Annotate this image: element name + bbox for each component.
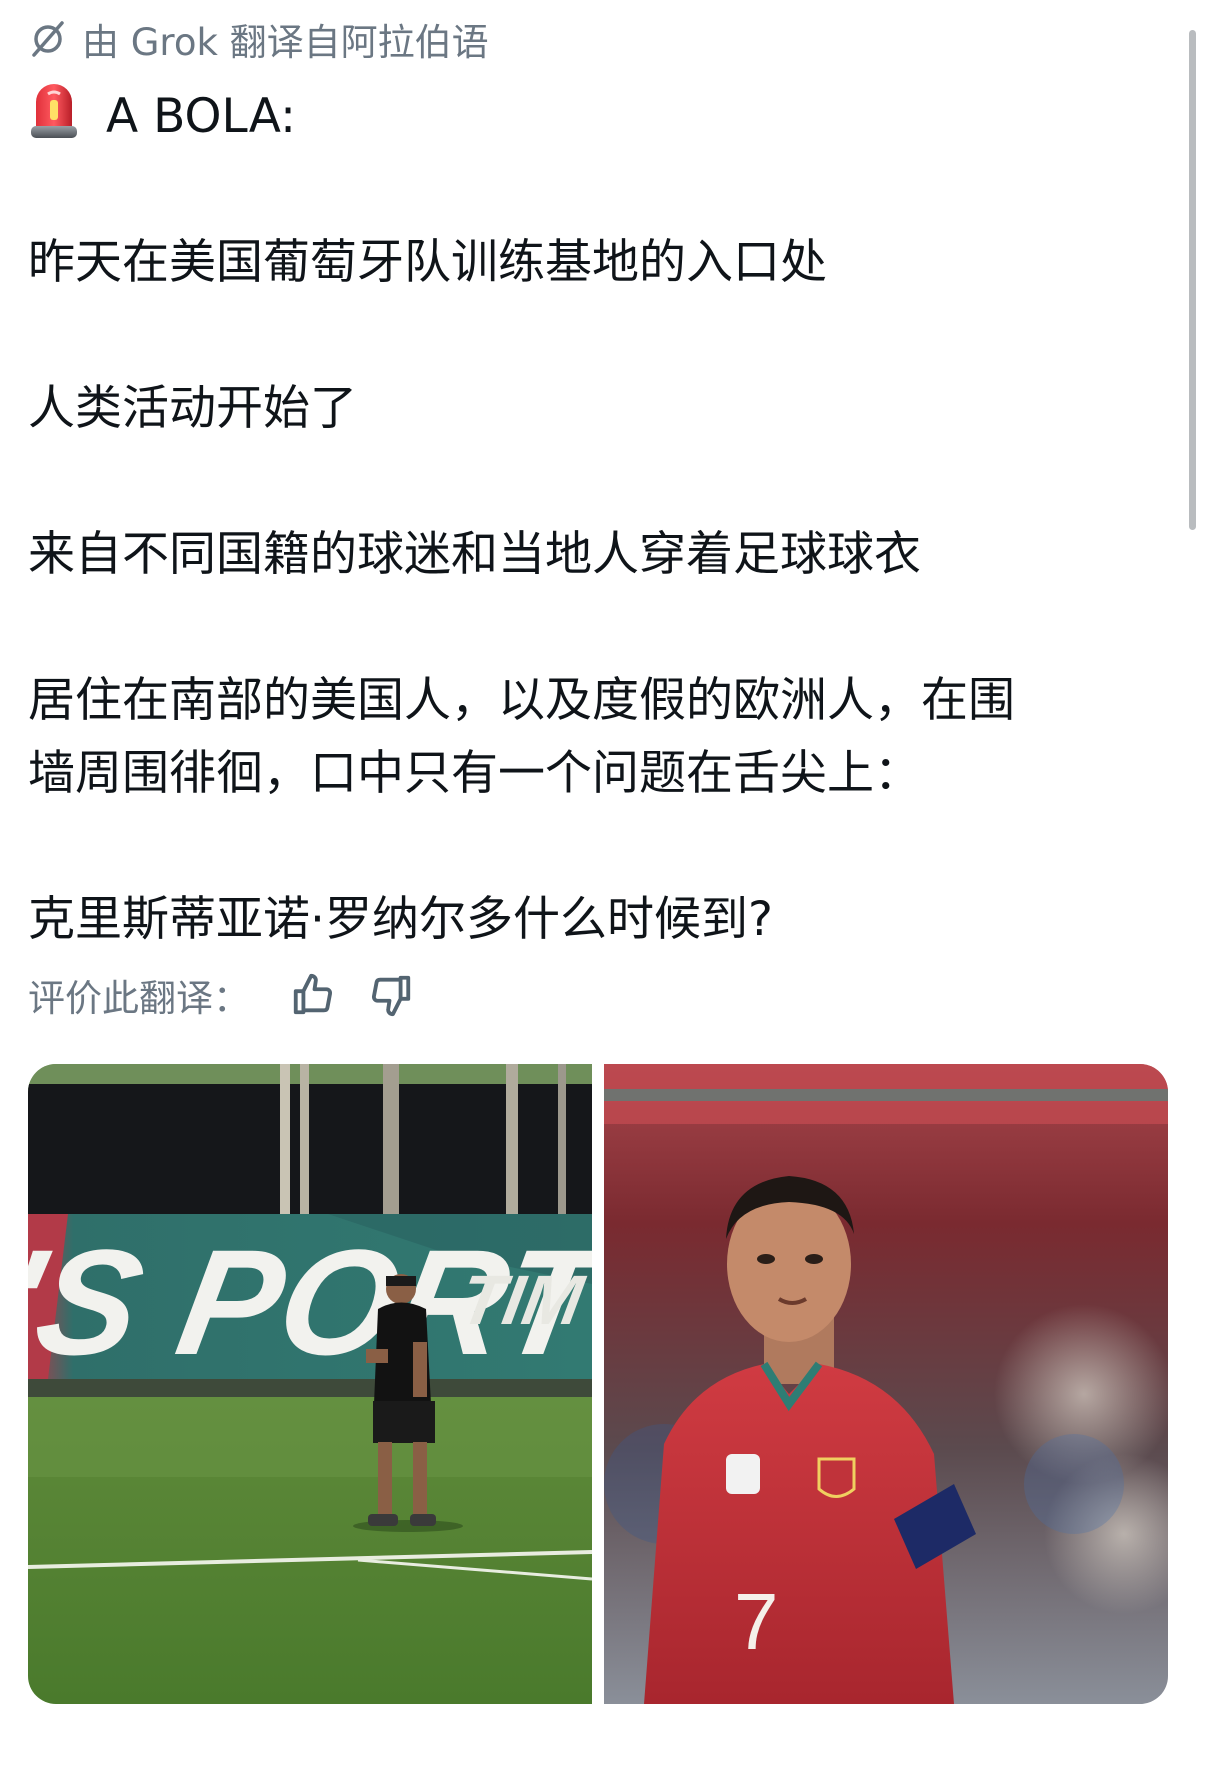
training-field-photo[interactable]: 'S PORTUGAL TIM [28, 1064, 592, 1704]
tweet-line: 昨天在美国葡萄牙队训练基地的入口处 [28, 235, 827, 290]
grok-icon [32, 21, 64, 57]
siren-icon [31, 84, 77, 138]
scrollbar[interactable] [1189, 30, 1196, 530]
rate-translation-row: 评价此翻译： [28, 968, 414, 1022]
tweet-source-line: A BOLA: [28, 80, 1168, 153]
tweet-line: 居住在南部的美国人，以及度假的欧洲人，在围 [28, 673, 1015, 728]
tweet-source-name: A BOLA: [106, 89, 296, 144]
svg-text:TIM: TIM [455, 1260, 591, 1338]
thumbs-up-icon[interactable] [290, 972, 336, 1018]
translation-source-line: 由 Grok 翻译自阿拉伯语 [28, 12, 489, 66]
tweet-line: 人类活动开始了 [28, 381, 357, 436]
shirt-number: 7 [734, 1577, 779, 1666]
player-portrait-image: 7 [604, 1064, 1168, 1704]
tweet-text: A BOLA: 昨天在美国葡萄牙队训练基地的入口处 人类活动开始了 来自不同国籍… [28, 80, 1168, 956]
training-field-image: 'S PORTUGAL TIM [28, 1064, 592, 1704]
thumbs-down-icon[interactable] [368, 972, 414, 1018]
tweet-media: 'S PORTUGAL TIM 7 [28, 1064, 1168, 1704]
tweet-line: 克里斯蒂亚诺·罗纳尔多什么时候到? [28, 892, 773, 947]
tweet-page: 由 Grok 翻译自阿拉伯语 A BOLA: 昨天在美国葡萄牙队训练基地的入口处… [0, 0, 1206, 1767]
rate-translation-label: 评价此翻译： [28, 977, 250, 1020]
translation-source-label: 由 Grok 翻译自阿拉伯语 [82, 21, 489, 64]
player-portrait-photo[interactable]: 7 [604, 1064, 1168, 1704]
tweet-line: 来自不同国籍的球迷和当地人穿着足球球衣 [28, 527, 921, 582]
tweet-line: 墙周围徘徊，口中只有一个问题在舌尖上： [28, 746, 921, 801]
